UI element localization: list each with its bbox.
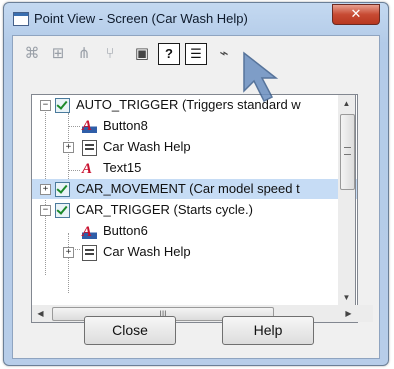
tree-node-car-wash-help-2[interactable]: Car Wash Help: [103, 242, 191, 262]
text-object-icon: A: [82, 161, 93, 177]
checkbox-checked-icon[interactable]: [55, 182, 70, 197]
expand-icon[interactable]: +: [40, 184, 51, 195]
help-button[interactable]: Help: [222, 316, 314, 345]
expand-icon[interactable]: +: [63, 142, 74, 153]
button-object-icon: A: [82, 119, 97, 134]
collapse-icon[interactable]: −: [40, 100, 51, 111]
scroll-up-icon[interactable]: ▲: [338, 95, 355, 112]
mouse-pointer-icon: [243, 51, 279, 103]
dialog-client-area: ⌘ ⊞ ⋔ ⑂ ▣ ? ☰ ⌁ − AUTO_TRIGGER (Triggers…: [12, 35, 380, 359]
scroll-right-icon[interactable]: ▶: [340, 305, 357, 322]
point-tree[interactable]: − AUTO_TRIGGER (Triggers standard w A Bu…: [31, 94, 358, 307]
scroll-left-icon[interactable]: ◀: [32, 305, 49, 322]
properties-icon[interactable]: ⌘: [21, 43, 43, 65]
help-toolbar-icon[interactable]: ?: [158, 43, 180, 65]
window-close-button[interactable]: ✕: [332, 4, 380, 25]
tree-icon[interactable]: ⊞: [47, 43, 69, 65]
close-icon: ✕: [350, 7, 362, 22]
window-title: Point View - Screen (Car Wash Help): [34, 11, 248, 26]
tree-node-button8[interactable]: Button8: [103, 116, 148, 136]
network-icon[interactable]: ⋔: [73, 43, 95, 65]
tree-node-button6[interactable]: Button6: [103, 221, 148, 241]
close-button[interactable]: Close: [84, 316, 176, 345]
vertical-scrollbar[interactable]: ▲ ▼: [338, 94, 356, 307]
checkbox-checked-icon[interactable]: [55, 203, 70, 218]
scrollbar-corner: [356, 305, 373, 322]
screen-icon: [82, 140, 97, 156]
tree-line: [68, 126, 80, 127]
grip-icon: [344, 147, 351, 155]
checkbox-checked-icon[interactable]: [55, 98, 70, 113]
tree-line: [68, 170, 80, 171]
tree-node-car-trigger[interactable]: CAR_TRIGGER (Starts cycle.): [76, 200, 253, 220]
tree-node-car-movement[interactable]: CAR_MOVEMENT (Car model speed t: [76, 179, 300, 199]
collapse-icon[interactable]: −: [40, 205, 51, 216]
branch-icon[interactable]: ⑂: [99, 43, 121, 65]
chart-icon[interactable]: ⌁: [213, 43, 235, 65]
point-view-window: Point View - Screen (Car Wash Help) ✕ ⌘ …: [3, 2, 389, 366]
expand-icon[interactable]: +: [63, 247, 74, 258]
scroll-down-icon[interactable]: ▼: [338, 289, 355, 306]
vertical-scroll-thumb[interactable]: [340, 114, 355, 190]
button-object-icon: A: [82, 225, 97, 240]
tree-node-car-wash-help[interactable]: Car Wash Help: [103, 137, 191, 157]
tree-line: [68, 233, 69, 293]
copy-icon[interactable]: ▣: [131, 43, 153, 65]
tree-node-text15[interactable]: Text15: [103, 158, 141, 178]
title-bar[interactable]: Point View - Screen (Car Wash Help) ✕: [4, 3, 388, 35]
list-icon[interactable]: ☰: [185, 43, 207, 65]
app-icon: [13, 12, 29, 26]
screen-icon: [82, 245, 97, 261]
